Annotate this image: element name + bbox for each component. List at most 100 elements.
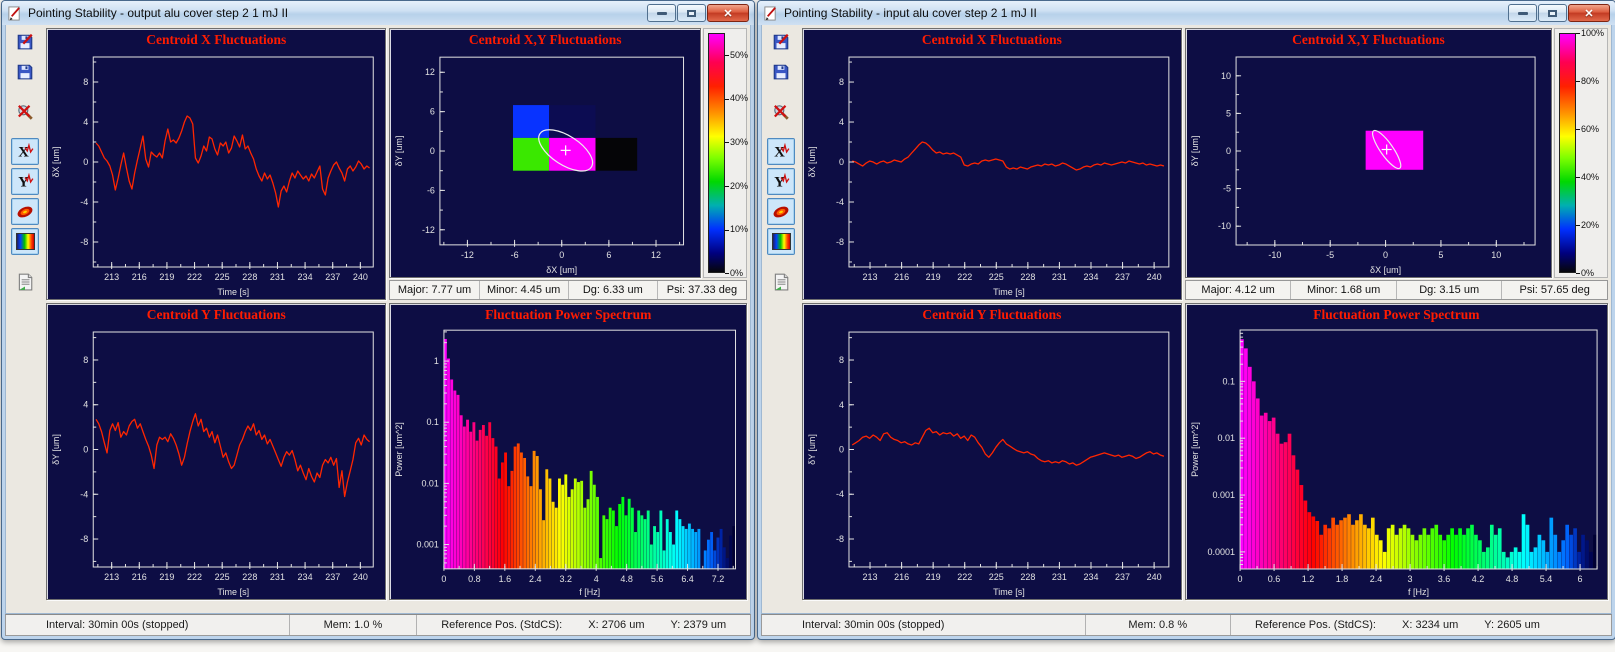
toggle-spectrum-button[interactable] — [11, 228, 39, 255]
svg-text:216: 216 — [132, 272, 147, 282]
maximize-button[interactable] — [1538, 4, 1567, 22]
plot-title: Centroid Y Fluctuations — [47, 304, 385, 324]
stat-minor: Minor: 4.45 um — [479, 281, 568, 299]
colorbar-tick-label: 60% — [1576, 124, 1599, 134]
titlebar[interactable]: Pointing Stability - input alu cover ste… — [758, 1, 1615, 25]
svg-text:4: 4 — [839, 117, 844, 127]
svg-text:231: 231 — [1052, 272, 1067, 282]
svg-text:4: 4 — [594, 574, 599, 584]
svg-text:-5: -5 — [1223, 184, 1231, 194]
close-button[interactable]: ✕ — [1568, 4, 1610, 22]
status-mem: Mem: 1.0 % — [289, 615, 417, 635]
status-interval: Interval: 30min 00s (stopped) — [762, 615, 1085, 635]
svg-text:216: 216 — [132, 572, 147, 582]
minimize-icon — [1518, 12, 1528, 15]
toggle-x-plot-button[interactable]: X — [11, 138, 39, 165]
zoom-off-button[interactable] — [767, 98, 795, 125]
svg-text:213: 213 — [104, 272, 119, 282]
colorbar-gradient — [708, 33, 725, 273]
power-spectrum-chart: 00.81.62.43.244.85.66.47.210.10.010.001f… — [390, 324, 746, 599]
svg-text:213: 213 — [863, 572, 878, 582]
status-bar: Interval: 30min 00s (stopped) Mem: 1.0 %… — [5, 614, 751, 636]
panel-centroid-x: Centroid X Fluctuations 2132162192222252… — [802, 28, 1182, 300]
svg-text:6: 6 — [607, 250, 612, 260]
svg-text:-8: -8 — [836, 237, 844, 247]
titlebar[interactable]: Pointing Stability - output alu cover st… — [2, 1, 754, 25]
save-trace-button[interactable] — [11, 28, 39, 55]
status-ref-y: Y: 2379 um — [671, 619, 727, 631]
close-button[interactable]: ✕ — [707, 4, 749, 22]
svg-text:6: 6 — [1577, 574, 1582, 584]
plot-title: Fluctuation Power Spectrum — [1186, 304, 1607, 324]
svg-text:-8: -8 — [80, 534, 88, 544]
minimize-button[interactable] — [647, 4, 676, 22]
svg-text:213: 213 — [104, 572, 119, 582]
save-trace-button[interactable] — [767, 28, 795, 55]
svg-text:219: 219 — [926, 572, 941, 582]
svg-text:225: 225 — [215, 572, 230, 582]
svg-text:219: 219 — [159, 272, 174, 282]
stat-major: Major: 7.77 um — [390, 281, 478, 299]
status-ref-x: X: 3234 um — [1402, 619, 1458, 631]
svg-text:222: 222 — [957, 572, 972, 582]
toggle-spectrum-button[interactable] — [767, 228, 795, 255]
plot-title: Fluctuation Power Spectrum — [390, 304, 746, 324]
svg-text:240: 240 — [353, 272, 368, 282]
svg-text:5: 5 — [1226, 108, 1231, 118]
panel-centroid-y: Centroid Y Fluctuations 2132162192222252… — [802, 303, 1182, 600]
colorbar: 100%80%60%40%20%0% — [1554, 28, 1608, 278]
report-button[interactable] — [11, 268, 39, 295]
stat-dg: Dg: 3.15 um — [1396, 281, 1502, 299]
plot-grid: Centroid X Fluctuations 2132162192222252… — [44, 25, 750, 613]
svg-text:Power [um^2]: Power [um^2] — [1190, 422, 1200, 477]
svg-text:237: 237 — [325, 572, 340, 582]
svg-text:Time [s]: Time [s] — [217, 587, 249, 597]
svg-text:0: 0 — [1237, 574, 1242, 584]
spectrum-icon — [16, 233, 35, 250]
report-button[interactable] — [767, 268, 795, 295]
save-image-button[interactable] — [11, 58, 39, 85]
status-bar: Interval: 30min 00s (stopped) Mem: 0.8 %… — [761, 614, 1612, 636]
maximize-button[interactable] — [677, 4, 706, 22]
minimize-button[interactable] — [1508, 4, 1537, 22]
plot-grid: Centroid X Fluctuations 2132162192222252… — [800, 25, 1611, 613]
window-output: Pointing Stability - output alu cover st… — [1, 0, 755, 640]
svg-text:1: 1 — [434, 356, 439, 366]
status-interval: Interval: 30min 00s (stopped) — [6, 615, 289, 635]
stat-dg: Dg: 6.33 um — [568, 281, 657, 299]
toggle-y-plot-button[interactable]: Y — [767, 168, 795, 195]
svg-text:0: 0 — [1226, 146, 1231, 156]
svg-text:234: 234 — [298, 272, 313, 282]
save-image-button[interactable] — [767, 58, 795, 85]
svg-text:0.6: 0.6 — [1268, 574, 1281, 584]
toggle-y-plot-button[interactable]: Y — [11, 168, 39, 195]
svg-text:δY [um]: δY [um] — [807, 434, 817, 465]
colorbar-tick-label: 0% — [1576, 268, 1594, 278]
svg-text:X: X — [18, 144, 29, 160]
svg-text:Y: Y — [18, 174, 29, 190]
colorbar-tick-label: 0% — [725, 268, 743, 278]
centroid-x-chart: 213216219222225228231234237240-8-4048Tim… — [47, 49, 385, 299]
svg-text:5: 5 — [1438, 250, 1443, 260]
svg-text:228: 228 — [1020, 572, 1035, 582]
toggle-beam-button[interactable] — [11, 198, 39, 225]
svg-text:231: 231 — [1052, 572, 1067, 582]
app-icon — [763, 6, 778, 21]
svg-text:225: 225 — [989, 272, 1004, 282]
svg-text:4.8: 4.8 — [621, 574, 633, 584]
svg-text:4: 4 — [83, 400, 88, 410]
zoom-off-button[interactable] — [11, 98, 39, 125]
svg-text:δX [um]: δX [um] — [1370, 265, 1401, 275]
stat-minor: Minor: 1.68 um — [1290, 281, 1396, 299]
svg-text:Y: Y — [774, 174, 785, 190]
colorbar-tick-label: 40% — [725, 93, 748, 103]
colorbar-tick-label: 20% — [1576, 220, 1599, 230]
toggle-beam-button[interactable] — [767, 198, 795, 225]
centroid-y-chart: 213216219222225228231234237240-8-4048Tim… — [803, 324, 1181, 599]
svg-text:-4: -4 — [80, 489, 88, 499]
toggle-x-plot-button[interactable]: X — [767, 138, 795, 165]
svg-text:0: 0 — [442, 574, 447, 584]
svg-text:4.8: 4.8 — [1506, 574, 1519, 584]
svg-text:-12: -12 — [461, 250, 474, 260]
window-input: Pointing Stability - input alu cover ste… — [757, 0, 1615, 640]
